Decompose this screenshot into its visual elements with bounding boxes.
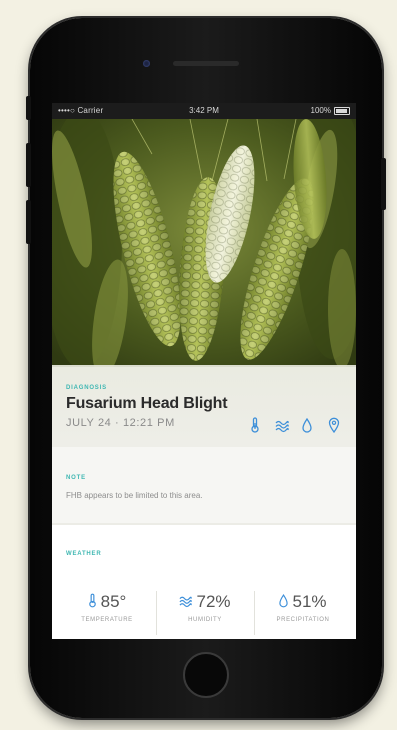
note-text: FHB appears to be limited to this area. (66, 491, 203, 500)
precipitation-card: 51% PRECIPITATION (258, 591, 348, 639)
battery-indicator: 100% (311, 103, 350, 119)
drop-icon[interactable] (302, 417, 312, 433)
humidity-card: 72% HUMIDITY (160, 591, 250, 639)
volume-down-button (26, 200, 31, 244)
thermometer-icon (88, 593, 96, 608)
temperature-card: 85° TEMPERATURE (62, 591, 152, 639)
diagnosis-icon-row (250, 417, 346, 433)
front-camera (143, 60, 150, 67)
note-panel[interactable]: NOTE FHB appears to be limited to this a… (52, 447, 356, 525)
humidity-icon (179, 596, 193, 608)
temperature-value: 85° (100, 592, 127, 611)
thermometer-icon[interactable] (250, 417, 260, 433)
weather-panel: WEATHER 85° TEMPERATURE 72% HUMIDITY 51%… (52, 525, 356, 639)
power-button (381, 158, 386, 210)
volume-up-button (26, 143, 31, 187)
diagnosis-panel[interactable]: DIAGNOSIS Fusarium Head Blight JULY 24 ·… (52, 365, 356, 447)
app-screen: ••••○ Carrier 3:42 PM 100% DIAGNOSIS Fus… (52, 103, 356, 639)
diagnosis-title: Fusarium Head Blight (66, 395, 228, 412)
weather-label: WEATHER (66, 551, 102, 557)
status-bar: ••••○ Carrier 3:42 PM 100% (52, 103, 356, 119)
precipitation-caption: PRECIPITATION (276, 617, 330, 623)
diagnosis-date: JULY 24 · 12:21 PM (66, 417, 175, 429)
wheat-photo[interactable] (52, 119, 356, 367)
humidity-caption: HUMIDITY (188, 617, 222, 623)
diagnosis-label: DIAGNOSIS (66, 385, 107, 391)
weather-divider (156, 591, 157, 635)
phone-frame: ••••○ Carrier 3:42 PM 100% DIAGNOSIS Fus… (26, 18, 386, 718)
mute-switch (26, 96, 31, 120)
battery-icon (334, 106, 350, 115)
battery-percent: 100% (310, 106, 331, 115)
weather-divider (254, 591, 255, 635)
humidity-value: 72% (196, 592, 231, 611)
precipitation-value: 51% (292, 592, 327, 611)
humidity-icon[interactable] (275, 417, 289, 433)
drop-icon (279, 594, 289, 608)
temperature-caption: TEMPERATURE (81, 617, 133, 623)
location-pin-icon[interactable] (328, 417, 340, 433)
earpiece-speaker (173, 61, 239, 66)
home-button[interactable] (183, 652, 229, 698)
note-label: NOTE (66, 475, 86, 481)
